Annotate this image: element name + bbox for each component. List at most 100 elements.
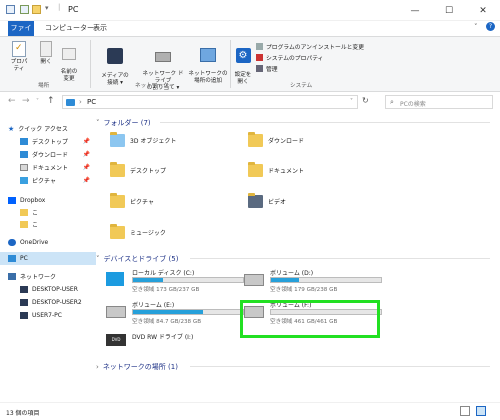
nav-network[interactable]: ネットワーク (0, 270, 96, 283)
title-divider: | (58, 3, 61, 11)
computer-icon (20, 299, 28, 306)
search-icon: ⌕ (390, 98, 394, 106)
network-section-label: ネットワークの場所 (1) (102, 363, 178, 371)
folder-music[interactable]: ミュージック (110, 224, 166, 239)
nav-quick-access[interactable]: ★ クイック アクセス (0, 122, 96, 135)
drive-e-usage-fill (133, 310, 204, 314)
open-button[interactable]: 開く (36, 41, 56, 66)
properties-button[interactable]: ✓ プロパティ (8, 41, 30, 73)
drives-section-header[interactable]: ˅ デバイスとドライブ (5) (96, 254, 178, 264)
nav-onedrive[interactable]: OneDrive (0, 236, 96, 249)
music-folder-icon (110, 224, 125, 239)
network-section-header[interactable]: › ネットワークの場所 (1) (96, 362, 178, 372)
forward-arrow-icon[interactable]: → (22, 96, 30, 106)
title-bar: ▾ | PC — ☐ ✕ (0, 0, 500, 21)
rename-button[interactable]: 名前の 変更 (58, 41, 80, 83)
drive-e-name: ボリューム (E:) (132, 302, 175, 309)
nav-network-host-2[interactable]: DESKTOP-USER2 (0, 296, 96, 309)
window-icon (6, 5, 15, 14)
address-bar-row: ← → ˅ ↑ › PC ˅ ↻ ⌕ PCの検索 (0, 92, 500, 112)
folder-videos[interactable]: ビデオ (248, 193, 287, 208)
drive-e[interactable]: ボリューム (E:) 空き領域 84.7 GB/238 GB (106, 300, 246, 326)
maximize-button[interactable]: ☐ (432, 0, 466, 21)
folder-documents[interactable]: ドキュメント (248, 162, 304, 177)
nav-downloads[interactable]: ダウンロード 📌 (0, 148, 96, 161)
tab-view[interactable]: 表示 (88, 21, 112, 36)
customize-quick-access-icon[interactable]: ▾ (45, 4, 49, 12)
breadcrumb-pc[interactable]: PC (87, 98, 96, 106)
nav-quick-access-label: クイック アクセス (18, 126, 68, 133)
pin-icon[interactable]: 📌 (83, 138, 90, 145)
system-properties-button[interactable]: システムのプロパティ (256, 52, 323, 62)
pin-icon[interactable]: 📌 (83, 164, 90, 171)
3d-objects-icon (110, 132, 125, 147)
expand-ribbon-icon[interactable]: ˅ (474, 23, 478, 31)
tab-file[interactable]: ファイル (8, 21, 34, 47)
drive-d-name: ボリューム (D:) (270, 270, 314, 277)
computer-icon (20, 312, 28, 319)
download-icon (20, 151, 28, 158)
drive-d[interactable]: ボリューム (D:) 空き領域 179 GB/238 GB (244, 268, 384, 294)
collapse-chevron-icon[interactable]: ˅ (96, 255, 100, 263)
uninstall-program-button[interactable]: プログラムのアンインストールと変更 (256, 41, 364, 51)
manage-button[interactable]: 管理 (256, 63, 278, 73)
nav-network-host-3[interactable]: USER7-PC (0, 309, 96, 322)
address-box[interactable]: › PC ˅ (62, 95, 358, 109)
media-connect-button[interactable]: メディアの 接続 ▾ (94, 41, 136, 87)
open-settings-label: 設定を 開く (234, 72, 252, 85)
minimize-button[interactable]: — (398, 0, 432, 21)
folders-section-label: フォルダー (7) (103, 119, 151, 127)
drive-c[interactable]: ローカル ディスク (C:) 空き領域 173 GB/237 GB (106, 268, 246, 294)
up-arrow-icon[interactable]: ↑ (47, 96, 55, 106)
add-network-location-button[interactable]: ネットワークの 場所の追加 (188, 41, 228, 85)
close-button[interactable]: ✕ (466, 0, 500, 21)
large-icons-view-icon[interactable] (476, 406, 486, 416)
nav-dropbox-sub-2[interactable]: こ (0, 218, 96, 231)
ribbon: ✓ プロパティ 開く 名前の 変更 場所 メディアの 接続 ▾ ネットワーク ド… (0, 36, 500, 92)
folder-desktop[interactable]: デスクトップ (110, 162, 166, 177)
address-dropdown-icon[interactable]: ˅ (350, 98, 353, 105)
folders-section-header[interactable]: ˅ フォルダー (7) (96, 118, 151, 128)
navigation-pane: ★ クイック アクセス デスクトップ 📌 ダウンロード 📌 ドキュメント 📌 ピ… (0, 112, 96, 402)
nav-pc[interactable]: PC (0, 252, 96, 265)
add-network-location-label: ネットワークの 場所の追加 (188, 71, 228, 84)
drive-d-usage-bar (270, 277, 382, 283)
nav-onedrive-label: OneDrive (20, 239, 49, 246)
folder-downloads[interactable]: ダウンロード (248, 132, 305, 147)
refresh-icon[interactable]: ↻ (362, 96, 369, 105)
system-properties-label: システムのプロパティ (266, 55, 324, 62)
recent-locations-icon[interactable]: ˅ (36, 98, 39, 105)
videos-folder-icon (248, 193, 263, 208)
highlight-box (240, 300, 380, 338)
properties-icon: ✓ (12, 41, 26, 57)
drives-section-label: デバイスとドライブ (5) (103, 255, 179, 263)
nav-network-host-1[interactable]: DESKTOP-USER (0, 283, 96, 296)
search-input[interactable]: ⌕ PCの検索 (385, 95, 493, 109)
folder-3d-objects[interactable]: 3D オブジェクト (110, 132, 176, 147)
properties-quick-icon[interactable] (20, 5, 29, 14)
nav-pictures[interactable]: ピクチャ 📌 (0, 174, 96, 187)
details-view-icon[interactable] (460, 406, 470, 416)
back-arrow-icon[interactable]: ← (8, 96, 16, 106)
pin-icon[interactable]: 📌 (83, 177, 90, 184)
folder-videos-label: ビデオ (268, 199, 287, 206)
collapse-chevron-icon[interactable]: ˅ (96, 119, 100, 127)
pin-icon[interactable]: 📌 (83, 151, 90, 158)
folder-downloads-label: ダウンロード (268, 138, 305, 145)
rename-label: 名前の 変更 (60, 69, 78, 82)
drive-c-usage-bar (132, 277, 244, 283)
drive-dvd[interactable]: DVD DVD RW ドライブ (I:) (106, 332, 246, 354)
nav-documents[interactable]: ドキュメント 📌 (0, 161, 96, 174)
system-properties-icon (256, 53, 263, 61)
dropbox-icon (8, 197, 16, 204)
folder-pictures[interactable]: ピクチャ (110, 193, 154, 208)
open-label: 開く (40, 59, 52, 65)
expand-chevron-icon[interactable]: › (96, 363, 99, 371)
manage-icon (256, 64, 263, 72)
help-icon[interactable]: ? (486, 22, 495, 31)
new-folder-quick-icon[interactable] (32, 5, 41, 14)
nav-network-host-3-label: USER7-PC (32, 312, 62, 319)
nav-desktop[interactable]: デスクトップ 📌 (0, 135, 96, 148)
breadcrumb-chevron-icon[interactable]: › (79, 98, 82, 106)
open-settings-button[interactable]: ⚙ 設定を 開く (232, 41, 254, 86)
